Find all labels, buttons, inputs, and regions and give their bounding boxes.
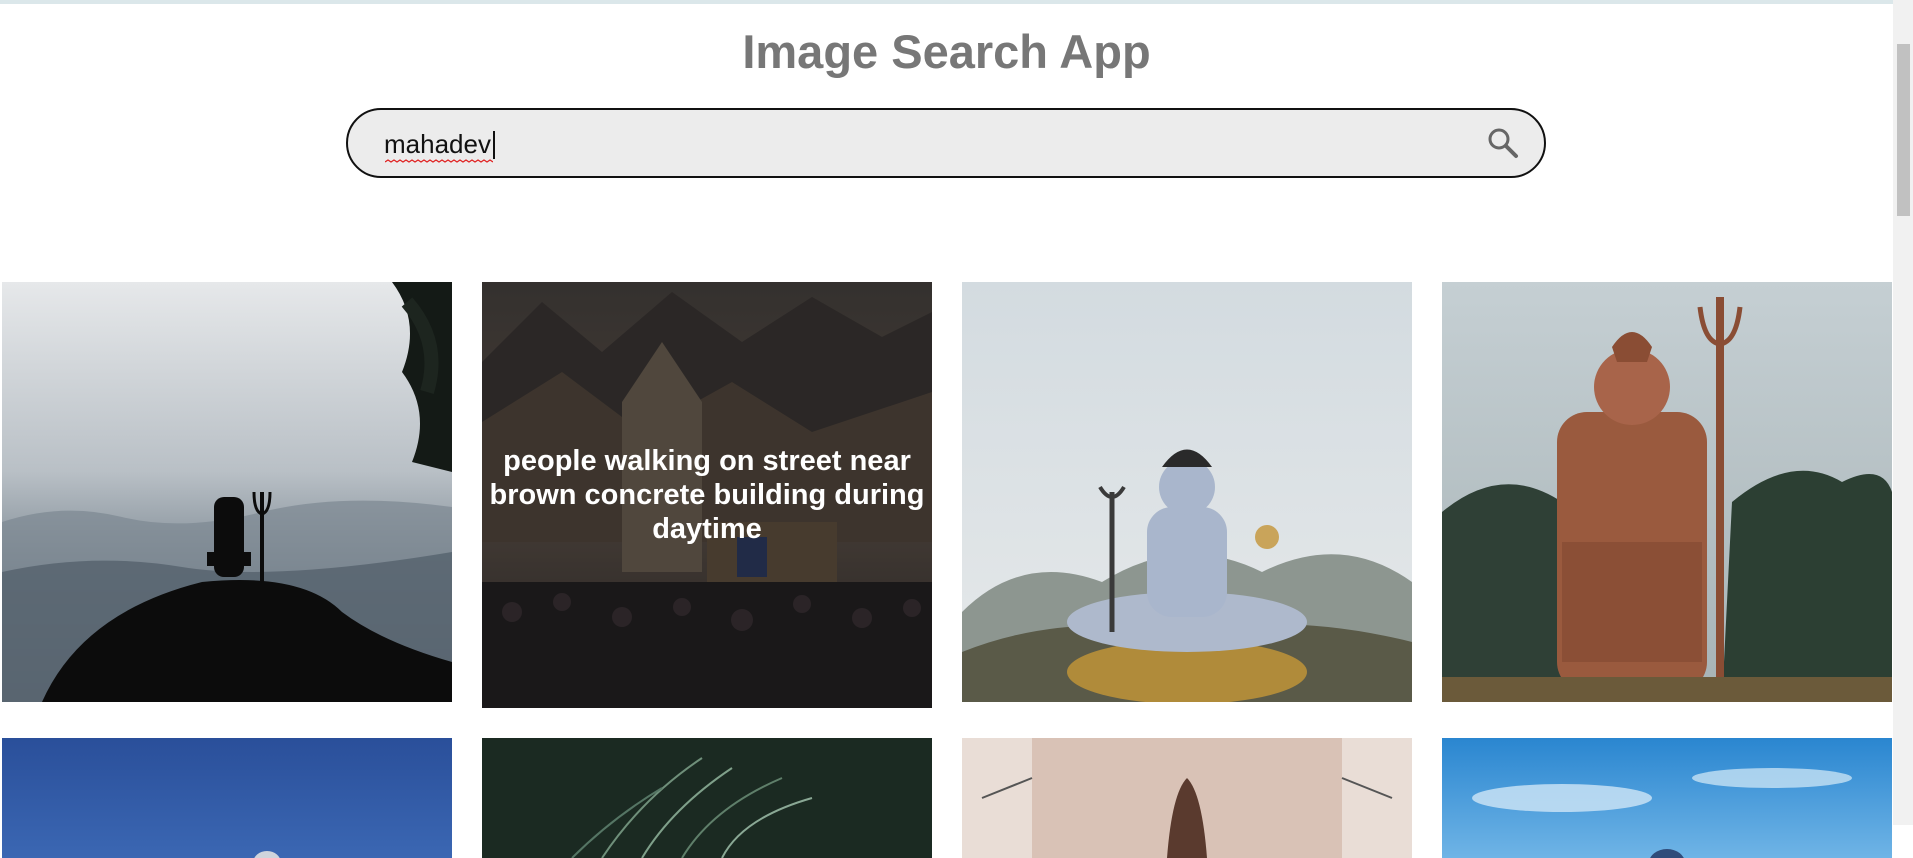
image-mural-wall [962, 738, 1412, 858]
search-button[interactable] [1486, 126, 1520, 160]
search-icon [1488, 128, 1518, 158]
result-image-5[interactable] [2, 738, 452, 858]
image-blue-statue [962, 282, 1412, 702]
page-title: Image Search App [742, 25, 1151, 78]
result-image-6[interactable] [482, 738, 932, 858]
search-form [346, 108, 1546, 178]
result-image-8[interactable] [1442, 738, 1892, 858]
image-hover-overlay: people walking on street near brown conc… [482, 282, 932, 708]
spellcheck-underline [385, 159, 493, 163]
image-copper-statue [1442, 282, 1892, 702]
search-input[interactable] [384, 122, 1444, 166]
page-scrollbar[interactable] [1893, 0, 1913, 825]
result-image-2[interactable]: people walking on street near brown conc… [482, 282, 932, 708]
result-image-1[interactable] [2, 282, 452, 702]
image-sky-clouds [1442, 738, 1892, 858]
result-image-4[interactable] [1442, 282, 1892, 702]
image-caption: people walking on street near brown conc… [489, 445, 925, 545]
browser-top-rule [0, 0, 1913, 4]
image-misty-silhouette [2, 282, 452, 702]
image-blue-sky-statue [2, 738, 452, 858]
image-peacock-feather [482, 738, 932, 858]
result-image-7[interactable] [962, 738, 1412, 858]
result-image-3[interactable] [962, 282, 1412, 702]
text-caret [493, 131, 495, 159]
scrollbar-thumb[interactable] [1897, 44, 1910, 216]
